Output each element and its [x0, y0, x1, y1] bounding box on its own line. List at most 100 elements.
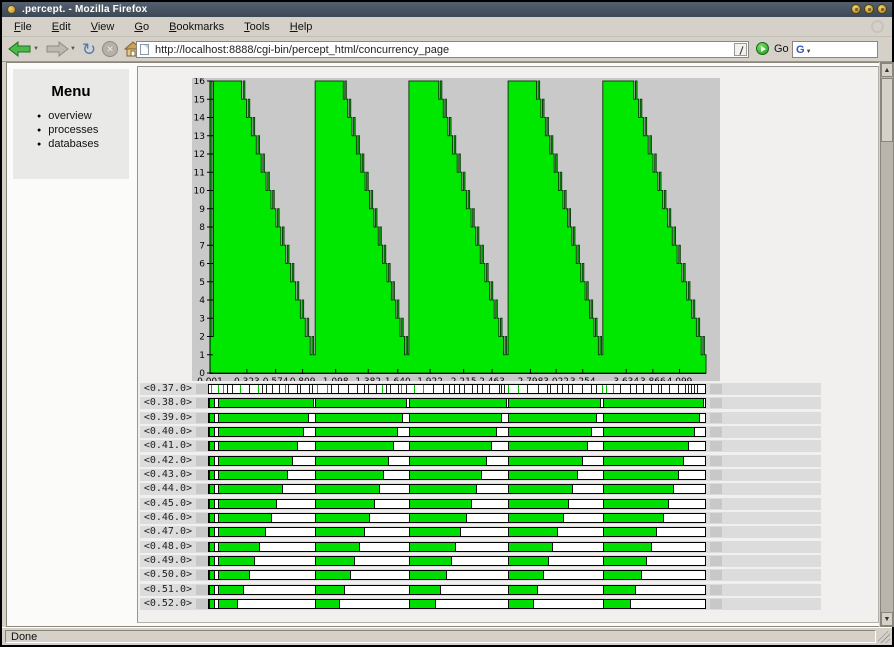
activity-tick: [684, 385, 686, 393]
svg-text:5: 5: [199, 278, 205, 288]
run-segment: [602, 528, 658, 537]
run-segment: [602, 485, 674, 494]
process-id-label[interactable]: <0.40.0>: [140, 426, 192, 438]
search-engine-icon[interactable]: G: [796, 44, 805, 56]
process-id-label[interactable]: <0.46.0>: [140, 512, 192, 524]
run-segment: [508, 442, 588, 451]
activity-tick: [620, 385, 622, 393]
activity-tick: [382, 385, 384, 393]
sidebar-item-processes[interactable]: ● processes: [37, 124, 129, 136]
process-id-label[interactable]: <0.48.0>: [140, 541, 192, 553]
status-bar: Done: [2, 627, 892, 645]
activity-bar[interactable]: [208, 513, 706, 523]
run-segment: [315, 499, 375, 508]
run-segment: [217, 499, 278, 508]
run-segment: [408, 428, 498, 436]
menu-file[interactable]: File: [6, 19, 40, 35]
process-id-label[interactable]: <0.52.0>: [140, 598, 192, 610]
run-segment: [217, 514, 273, 522]
forward-icon: [46, 40, 69, 57]
activity-bar[interactable]: [208, 398, 706, 409]
activity-bar[interactable]: [208, 470, 706, 480]
menu-go[interactable]: Go: [126, 19, 157, 35]
forward-dropdown-icon[interactable]: ▼: [70, 46, 76, 52]
activity-tick: [223, 385, 225, 393]
run-segment: [209, 499, 215, 508]
go-button[interactable]: Go: [774, 43, 789, 55]
row-trail-block: [710, 441, 722, 452]
run-segment: [408, 514, 468, 522]
vertical-scrollbar[interactable]: ▲ ▼: [880, 62, 894, 627]
process-id-label[interactable]: <0.37.0>: [140, 383, 192, 395]
scroll-up-icon[interactable]: ▲: [881, 63, 893, 77]
activity-bar[interactable]: [208, 527, 706, 538]
activity-bar[interactable]: [208, 570, 706, 581]
activity-bar[interactable]: [208, 484, 706, 495]
process-id-label[interactable]: <0.38.0>: [140, 397, 192, 409]
row-lead-block: [196, 541, 208, 552]
activity-bar[interactable]: [208, 412, 706, 423]
activity-bar[interactable]: [208, 384, 706, 394]
process-id-label[interactable]: <0.43.0>: [140, 469, 192, 481]
run-segment: [209, 599, 215, 608]
run-segment: [508, 471, 579, 479]
timeline-row: <0.46.0>: [140, 512, 821, 524]
process-id-label[interactable]: <0.44.0>: [140, 483, 192, 495]
activity-bar[interactable]: [208, 598, 706, 609]
scroll-down-icon[interactable]: ▼: [881, 612, 893, 626]
reload-icon: ↻: [81, 39, 97, 59]
back-dropdown-icon[interactable]: ▼: [33, 46, 39, 52]
process-id-label[interactable]: <0.45.0>: [140, 498, 192, 510]
activity-bar[interactable]: [208, 427, 706, 437]
menu-view[interactable]: View: [83, 19, 123, 35]
url-history-dropdown[interactable]: [734, 43, 747, 56]
menu-edit[interactable]: Edit: [44, 19, 79, 35]
activity-tick: [643, 385, 645, 393]
title-bar[interactable]: .percept. - Mozilla Firefox: [2, 2, 892, 17]
process-id-label[interactable]: <0.39.0>: [140, 412, 192, 424]
activity-bar[interactable]: [208, 541, 706, 552]
menu-tools[interactable]: Tools: [236, 19, 278, 35]
shade-button[interactable]: [851, 4, 861, 14]
activity-tick: [612, 385, 614, 393]
stop-button[interactable]: ✕: [102, 41, 119, 57]
activity-bar[interactable]: [208, 441, 706, 452]
activity-tick: [211, 385, 212, 393]
process-id-label[interactable]: <0.51.0>: [140, 584, 192, 596]
run-segment: [508, 557, 549, 565]
process-id-label[interactable]: <0.50.0>: [140, 569, 192, 581]
maximize-button[interactable]: [864, 4, 874, 14]
reload-button[interactable]: ↻: [82, 41, 96, 58]
activity-bar[interactable]: [208, 455, 706, 466]
url-text[interactable]: http://localhost:8888/cgi-bin/percept_ht…: [155, 44, 449, 56]
process-id-label[interactable]: <0.49.0>: [140, 555, 192, 567]
go-icon[interactable]: [756, 42, 769, 55]
activity-tick: [581, 385, 583, 393]
sidebar-item-overview[interactable]: ● overview: [37, 110, 129, 122]
process-id-label[interactable]: <0.42.0>: [140, 455, 192, 467]
activity-tick: [453, 385, 455, 393]
process-id-label[interactable]: <0.47.0>: [140, 526, 192, 538]
url-bar[interactable]: http://localhost:8888/cgi-bin/percept_ht…: [136, 41, 749, 58]
activity-bar[interactable]: [208, 498, 706, 509]
row-lead-block: [196, 584, 208, 595]
scrollbar-thumb[interactable]: [881, 78, 893, 142]
activity-bar[interactable]: [208, 584, 706, 595]
run-segment: [217, 557, 256, 565]
back-button[interactable]: ▼: [8, 40, 39, 58]
process-id-label[interactable]: <0.41.0>: [140, 440, 192, 452]
resize-grip[interactable]: [878, 631, 890, 643]
search-dropdown-icon[interactable]: ▼: [806, 49, 812, 55]
activity-tick: [287, 385, 289, 393]
row-trail-block: [710, 498, 722, 509]
sidebar-item-databases[interactable]: ● databases: [37, 138, 129, 150]
run-segment: [217, 399, 314, 408]
menu-help[interactable]: Help: [282, 19, 321, 35]
activity-bar[interactable]: [208, 556, 706, 566]
close-button[interactable]: [877, 4, 887, 14]
run-segment: [602, 571, 642, 580]
menu-bookmarks[interactable]: Bookmarks: [161, 19, 232, 35]
forward-button[interactable]: ▼: [45, 40, 76, 58]
search-input[interactable]: G ▼: [792, 41, 878, 58]
run-segment: [508, 542, 554, 551]
